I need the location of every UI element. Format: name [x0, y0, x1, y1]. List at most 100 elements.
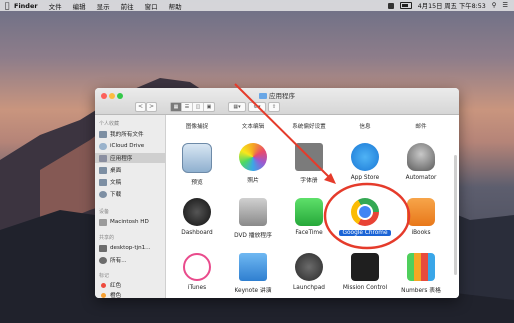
app-numbers[interactable]: Numbers 表格	[393, 253, 449, 294]
sidebar-item-label: Macintosh HD	[110, 219, 149, 225]
view-mode-group: ▦ ☰ ◫ ▣	[170, 102, 215, 112]
desktop-icon	[99, 166, 107, 174]
menu-item-file[interactable]: 文件	[49, 1, 62, 11]
downloads-icon	[99, 190, 107, 198]
photos-icon	[239, 143, 267, 171]
status-icon[interactable]	[387, 2, 394, 9]
documents-icon	[99, 178, 107, 186]
sidebar-header-devices: 设备	[99, 209, 110, 215]
sidebar-item-documents[interactable]: 文稿	[99, 177, 163, 187]
app-store-icon	[351, 143, 379, 171]
app-photos[interactable]: 照片	[225, 143, 281, 184]
menu-item-go[interactable]: 前往	[121, 1, 134, 11]
sidebar-item-label: 文稿	[110, 180, 122, 186]
sidebar-item-label: iCloud Drive	[110, 143, 145, 149]
share-icon[interactable]: ⇧	[268, 102, 280, 112]
chrome-icon	[351, 198, 379, 226]
app-label: Mission Control	[342, 285, 388, 291]
menu-item-edit[interactable]: 编辑	[73, 1, 86, 11]
numbers-icon	[407, 253, 435, 281]
network-icon	[99, 256, 107, 264]
sidebar-item-applications[interactable]: 应用程序	[95, 153, 165, 163]
app-label: iBooks	[411, 230, 431, 236]
app-app-store[interactable]: App Store	[337, 143, 393, 181]
apple-menu-icon[interactable]: 	[0, 1, 14, 10]
app-facetime[interactable]: FaceTime	[281, 198, 337, 236]
itunes-icon	[183, 253, 211, 281]
back-button[interactable]: <	[135, 102, 146, 112]
sidebar-item-desktop[interactable]: 桌面	[99, 165, 163, 175]
app-label: 预览	[191, 180, 203, 186]
sidebar-item-macintosh-hd[interactable]: Macintosh HD	[99, 217, 163, 227]
menu-item-view[interactable]: 显示	[97, 1, 110, 11]
sidebar-item-icloud[interactable]: iCloud Drive	[99, 141, 163, 151]
app-itunes[interactable]: iTunes	[169, 253, 225, 291]
sidebar-tag-orange[interactable]: 橙色	[99, 290, 163, 298]
app-label: Keynote 讲演	[234, 288, 272, 294]
app-name-textedit[interactable]: 文本编辑	[225, 122, 281, 130]
sidebar-header-favorites: 个人收藏	[99, 121, 120, 127]
menu-item-window[interactable]: 窗口	[145, 1, 158, 11]
column-view-button[interactable]: ◫	[193, 103, 204, 111]
sidebar-item-label: 应用程序	[110, 156, 133, 162]
app-label: Numbers 表格	[401, 288, 441, 294]
computer-icon	[99, 244, 107, 252]
app-label: App Store	[350, 175, 380, 181]
sidebar: 个人收藏 我的所有文件 iCloud Drive 应用程序 桌面 文稿 下载 设…	[95, 115, 166, 298]
search-icon[interactable]: ⚲	[492, 2, 497, 9]
menu-clock[interactable]: 4月15日 周五 下午8:53	[418, 1, 486, 10]
file-browser: 图像捕捉 文本编辑 系统偏好设置 信息 邮件 预览 照片 字体册 App Sto…	[166, 115, 459, 298]
dvd-player-icon	[239, 198, 267, 226]
font-book-icon	[295, 143, 323, 171]
ibooks-icon	[407, 198, 435, 226]
sidebar-item-all-files[interactable]: 我的所有文件	[99, 129, 163, 139]
app-preview[interactable]: 预览	[169, 143, 225, 186]
sidebar-item-shared-all[interactable]: 所有...	[99, 255, 163, 265]
app-launchpad[interactable]: Launchpad	[281, 253, 337, 291]
app-dashboard[interactable]: Dashboard	[169, 198, 225, 236]
app-automator[interactable]: Automator	[393, 143, 449, 181]
list-icon[interactable]: ☰	[502, 2, 508, 9]
app-name-mail[interactable]: 邮件	[393, 122, 449, 130]
keynote-icon	[239, 253, 267, 281]
app-label-selected: Google Chrome	[339, 230, 391, 236]
sidebar-tag-red[interactable]: 红色	[99, 280, 163, 290]
app-label: iTunes	[187, 285, 207, 291]
menu-bar:  Finder 文件 编辑 显示 前往 窗口 帮助 4月15日 周五 下午8:…	[0, 0, 514, 11]
cover-flow-button[interactable]: ▣	[204, 103, 214, 111]
icon-view-button[interactable]: ▦	[171, 103, 182, 111]
app-name-image-capture[interactable]: 图像捕捉	[169, 122, 225, 130]
app-keynote[interactable]: Keynote 讲演	[225, 253, 281, 294]
app-label: FaceTime	[295, 230, 323, 236]
sidebar-item-label: 我的所有文件	[110, 132, 144, 138]
app-dvd-player[interactable]: DVD 播放程序	[225, 198, 281, 239]
sidebar-item-downloads[interactable]: 下载	[99, 189, 163, 199]
app-font-book[interactable]: 字体册	[281, 143, 337, 184]
preview-icon	[182, 143, 212, 173]
app-label: 照片	[247, 178, 259, 184]
cloud-icon	[99, 142, 107, 150]
list-view-button[interactable]: ☰	[182, 103, 193, 111]
app-label: Launchpad	[293, 285, 325, 291]
launchpad-icon	[295, 253, 323, 281]
orange-tag-icon	[101, 292, 106, 298]
battery-icon[interactable]	[399, 2, 412, 9]
arrange-button[interactable]: ▦▾	[228, 102, 246, 112]
sidebar-item-label: 橙色	[110, 293, 122, 298]
window-toolbar: 应用程序 < > ▦ ☰ ◫ ▣ ▦▾ ⚙▾ ⇧	[95, 88, 459, 115]
action-gear-icon[interactable]: ⚙▾	[248, 102, 266, 112]
menu-app-name[interactable]: Finder	[14, 2, 38, 10]
red-tag-icon	[101, 282, 106, 288]
vertical-scrollbar[interactable]	[454, 155, 457, 275]
sidebar-header-tags: 标记	[99, 273, 110, 279]
facetime-icon	[295, 198, 323, 226]
app-ibooks[interactable]: iBooks	[393, 198, 449, 236]
menu-item-help[interactable]: 帮助	[169, 1, 182, 11]
app-name-messages[interactable]: 信息	[337, 122, 393, 130]
app-mission-control[interactable]: Mission Control	[337, 253, 393, 291]
sidebar-item-shared-desktop[interactable]: desktop-tjn1...	[99, 243, 163, 253]
forward-button[interactable]: >	[146, 102, 157, 112]
app-name-system-preferences[interactable]: 系统偏好设置	[281, 122, 337, 130]
app-google-chrome[interactable]: Google Chrome	[337, 198, 393, 236]
window-title-text: 应用程序	[269, 92, 295, 100]
